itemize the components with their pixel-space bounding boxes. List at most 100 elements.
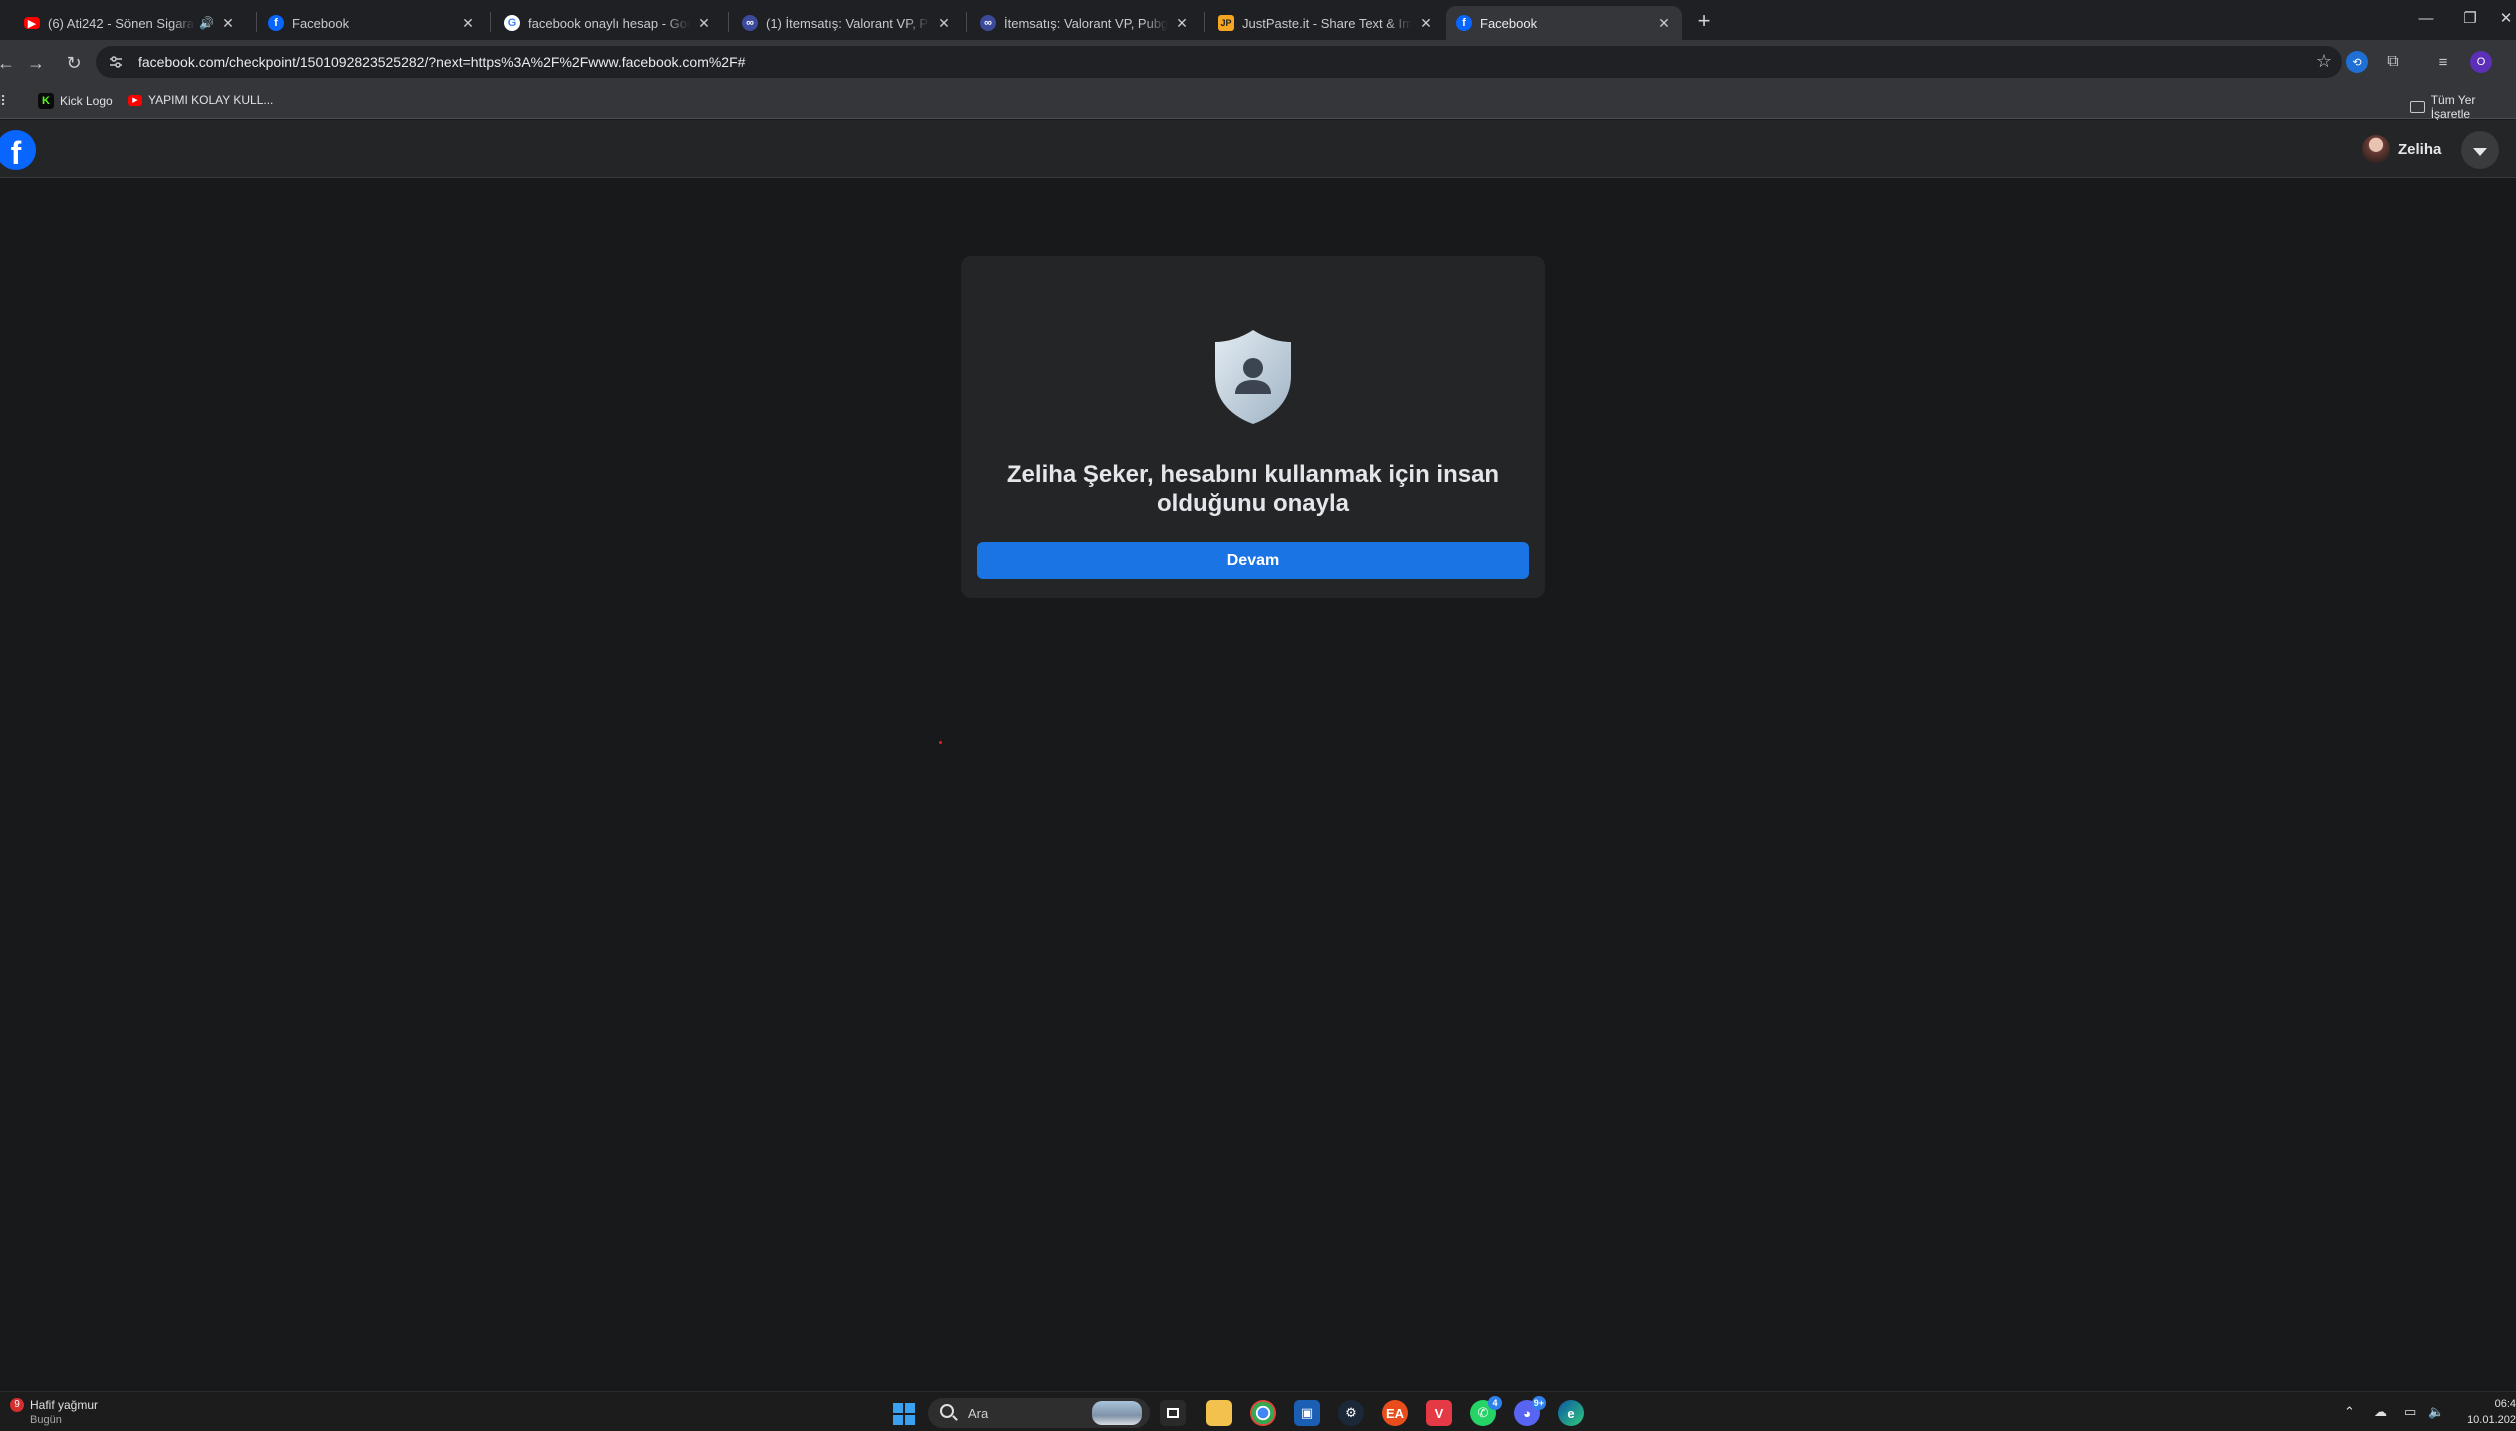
tab-justpaste[interactable]: JP JustPaste.it - Share Text & Imag ✕ <box>1208 6 1444 40</box>
restore-button[interactable]: ❐ <box>2450 4 2490 34</box>
close-tab-icon[interactable]: ✕ <box>1418 15 1434 32</box>
start-button[interactable] <box>893 1403 915 1425</box>
tab-title: İtemsatış: Valorant VP, Pubg M <box>1004 15 1168 31</box>
tab-facebook-active[interactable]: f Facebook ✕ <box>1446 6 1682 40</box>
tab-separator <box>256 12 257 32</box>
facebook-icon: f <box>268 15 284 31</box>
weather-badge: 9 <box>10 1398 24 1412</box>
tab-itemsatis-2[interactable]: ∞ İtemsatış: Valorant VP, Pubg M ✕ <box>970 6 1200 40</box>
youtube-icon: ▶ <box>128 94 142 106</box>
tab-itemsatis-1[interactable]: ∞ (1) İtemsatış: Valorant VP, P ✕ <box>732 6 962 40</box>
apps-grid-icon[interactable]: ⠿ <box>0 93 6 110</box>
profile-avatar[interactable]: O <box>2470 51 2492 73</box>
google-icon: G <box>504 15 520 31</box>
tab-facebook[interactable]: f Facebook ✕ <box>258 6 486 40</box>
edge-icon[interactable]: e <box>1558 1400 1584 1426</box>
close-tab-icon[interactable]: ✕ <box>460 15 476 32</box>
address-bar[interactable]: facebook.com/checkpoint/1501092823525282… <box>96 46 2342 78</box>
tab-youtube[interactable]: ▶ (6) Ati242 - Sönen Sigaralar 🔊 ✕ <box>14 6 246 40</box>
profile-name: Zeliha <box>2398 140 2442 158</box>
valorant-icon[interactable]: V <box>1426 1400 1452 1426</box>
extension-icon[interactable]: ⟲ <box>2346 51 2368 73</box>
shield-user-icon <box>1215 330 1291 424</box>
whatsapp-icon[interactable]: ✆ 4 <box>1470 1396 1502 1426</box>
close-tab-icon[interactable]: ✕ <box>1656 15 1672 32</box>
file-explorer-icon[interactable] <box>1206 1400 1232 1426</box>
chrome-icon[interactable] <box>1250 1400 1276 1426</box>
tab-separator <box>966 12 967 32</box>
youtube-icon: ▶ <box>24 17 40 30</box>
url-text[interactable]: facebook.com/checkpoint/1501092823525282… <box>138 54 745 70</box>
windows-taskbar: 9 Hafif yağmur Bugün Ara ▣ ⚙ EA V ✆ 4 ◕ 9+… <box>0 1391 2516 1431</box>
chevron-up-icon[interactable]: ⌃ <box>2344 1404 2355 1420</box>
tab-title: (1) İtemsatış: Valorant VP, P <box>766 15 929 31</box>
site-settings-icon[interactable] <box>108 54 124 70</box>
justpaste-icon: JP <box>1218 15 1234 31</box>
extensions-puzzle-icon[interactable]: ⧉ <box>2382 51 2404 73</box>
tab-title: facebook onaylı hesap - Google <box>528 15 690 31</box>
search-icon <box>940 1404 954 1418</box>
bookmarks-bar: ⠿ K Kick Logo ▶ YAPIMI KOLAY KULL... Tüm… <box>0 85 2516 121</box>
bookmark-label: Kick Logo <box>60 94 113 108</box>
speaker-icon[interactable]: 🔊 <box>199 16 214 30</box>
weather-text: Hafif yağmur <box>30 1398 99 1412</box>
checkpoint-title: Zeliha Şeker, hesabını kullanmak için in… <box>1006 461 1500 517</box>
itemsatis-icon: ∞ <box>742 15 758 31</box>
avatar <box>2362 135 2390 163</box>
tab-strip: ▶ (6) Ati242 - Sönen Sigaralar 🔊 ✕ f Fac… <box>0 0 2516 40</box>
new-tab-button[interactable]: + <box>1690 8 1718 36</box>
chevron-down-icon <box>2473 147 2487 156</box>
task-view-icon[interactable] <box>1160 1400 1186 1426</box>
tab-separator <box>490 12 491 32</box>
taskbar-search[interactable]: Ara <box>928 1398 1150 1428</box>
cursor-marker <box>939 741 942 744</box>
tab-title: (6) Ati242 - Sönen Sigaralar <box>48 15 196 31</box>
forward-button[interactable]: → <box>22 49 50 77</box>
discord-icon[interactable]: ◕ 9+ <box>1514 1396 1546 1426</box>
close-tab-icon[interactable]: ✕ <box>696 15 712 32</box>
media-control-icon[interactable]: ≡ <box>2432 51 2454 73</box>
search-highlight-image <box>1092 1401 1142 1425</box>
account-menu-button[interactable] <box>2461 131 2499 169</box>
search-placeholder: Ara <box>968 1406 989 1421</box>
itemsatis-icon: ∞ <box>980 15 996 31</box>
minimize-button[interactable]: — <box>2406 4 2446 34</box>
tab-title: Facebook <box>292 15 350 31</box>
bookmark-youtube[interactable]: ▶ YAPIMI KOLAY KULL... <box>128 93 273 107</box>
all-bookmarks-label: Tüm Yer İşaretle <box>2430 93 2476 121</box>
folder-icon <box>2410 101 2425 113</box>
close-tab-icon[interactable]: ✕ <box>1174 15 1190 32</box>
close-window-button[interactable]: ✕ <box>2496 4 2516 34</box>
all-bookmarks[interactable]: Tüm Yer İşaretle <box>2410 93 2516 121</box>
tab-title: Facebook <box>1480 15 1538 31</box>
checkpoint-card: Zeliha Şeker, hesabını kullanmak için in… <box>961 256 1545 598</box>
whatsapp-badge: 4 <box>1488 1396 1502 1410</box>
bookmark-star-icon[interactable]: ☆ <box>2316 51 2332 72</box>
tab-google-search[interactable]: G facebook onaylı hesap - Google ✕ <box>494 6 722 40</box>
facebook-icon: f <box>1456 15 1472 31</box>
cloud-off-icon[interactable]: ☁ <box>2374 1404 2387 1420</box>
store-icon[interactable]: ▣ <box>1294 1400 1320 1426</box>
facebook-logo[interactable]: f <box>0 130 36 170</box>
close-tab-icon[interactable]: ✕ <box>936 15 952 32</box>
back-button[interactable]: ← <box>0 49 20 77</box>
clock-date: 10.01.202 <box>2467 1414 2516 1426</box>
bookmark-kick-logo[interactable]: K Kick Logo <box>38 93 113 109</box>
browser-toolbar: ← → ↻ facebook.com/checkpoint/1501092823… <box>0 40 2516 85</box>
profile-button[interactable]: Zeliha <box>2362 133 2441 165</box>
kick-icon: K <box>38 93 54 109</box>
steam-icon[interactable]: ⚙ <box>1338 1400 1364 1426</box>
tab-separator <box>1204 12 1205 32</box>
weather-subtext: Bugün <box>30 1414 62 1426</box>
network-icon[interactable]: ▭ <box>2404 1404 2416 1420</box>
volume-icon[interactable]: 🔈 <box>2428 1404 2444 1420</box>
tab-title: JustPaste.it - Share Text & Imag <box>1242 15 1412 31</box>
ea-app-icon[interactable]: EA <box>1382 1400 1408 1426</box>
tab-separator <box>728 12 729 32</box>
bookmark-label: YAPIMI KOLAY KULL... <box>148 93 274 107</box>
reload-button[interactable]: ↻ <box>60 49 88 77</box>
clock[interactable]: 06:4 10.01.202 <box>2462 1396 2516 1428</box>
continue-button[interactable]: Devam <box>977 542 1529 579</box>
close-tab-icon[interactable]: ✕ <box>220 15 236 32</box>
facebook-header: f Zeliha <box>0 120 2516 178</box>
